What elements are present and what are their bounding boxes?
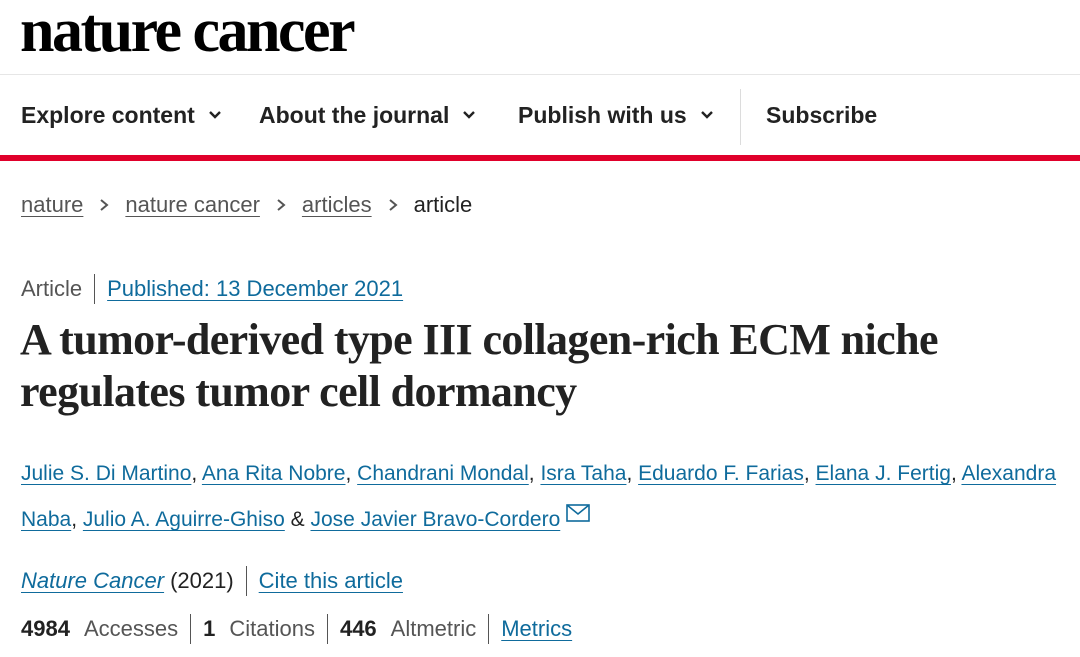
breadcrumb-link-nature-cancer[interactable]: nature cancer [125,192,260,218]
author-link[interactable]: Julie S. Di Martino [21,462,191,485]
nav-subscribe[interactable]: Subscribe [766,75,877,155]
author-link[interactable]: Isra Taha [540,462,626,485]
author-list: Julie S. Di Martino, Ana Rita Nobre, Cha… [21,451,1061,543]
breadcrumb-link-nature[interactable]: nature [21,192,83,218]
metrics-bar: 4984 Accesses 1 Citations 446 Altmetric … [21,614,572,644]
author-link[interactable]: Chandrani Mondal [357,462,529,485]
author-link[interactable]: Elana J. Fertig [816,462,951,485]
nav-explore-content[interactable]: Explore content [21,75,223,155]
masthead: nature cancer [0,0,1080,75]
nav-divider [740,89,741,145]
nav-explore-content-label: Explore content [21,101,195,128]
divider [326,614,328,644]
chevron-right-icon [277,199,286,211]
nav-publish-with-us[interactable]: Publish with us [518,75,715,155]
chevron-right-icon [388,199,398,211]
divider [190,614,192,644]
journal-name-link[interactable]: Nature Cancer [21,568,164,594]
accesses-count: 4984 [21,616,70,641]
breadcrumb: nature nature cancer articles article [21,192,472,218]
author-separator: , [528,462,541,485]
author-and: & [284,508,311,531]
article-type: Article [21,276,83,301]
author-link[interactable]: Eduardo F. Farias [638,462,804,485]
published-date-link[interactable]: Published: 13 December 2021 [107,276,403,302]
accesses-label: Accesses [83,616,179,641]
chevron-down-icon [463,111,476,119]
main-nav: Explore content About the journal Publis… [0,75,1080,155]
chevron-right-icon [100,199,109,211]
author-separator: , [71,508,83,531]
divider [94,274,96,304]
citations-count: 1 [203,616,216,641]
metrics-link[interactable]: Metrics [501,616,572,642]
chevron-down-icon [208,111,221,119]
nav-subscribe-label: Subscribe [766,101,878,128]
citations-label: Citations [229,616,315,641]
author-separator: , [803,462,816,485]
citation-line: Nature Cancer (2021) Cite this article [21,566,403,596]
altmetric-label: Altmetric [390,616,477,641]
nav-publish-with-us-label: Publish with us [518,101,687,128]
author-separator: , [345,462,358,485]
author-link[interactable]: Julio A. Aguirre-Ghiso [83,508,285,531]
article-title: A tumor-derived type III collagen-rich E… [20,315,939,416]
divider [245,566,247,596]
author-separator: , [950,462,962,485]
mail-icon[interactable] [566,504,591,522]
nav-about-journal[interactable]: About the journal [259,75,477,155]
chevron-down-icon [700,111,713,119]
altmetric-score: 446 [339,616,377,641]
accent-bar [0,155,1080,161]
publication-year: (2021) [170,568,234,593]
cite-article-link[interactable]: Cite this article [259,568,403,594]
journal-logo[interactable]: nature cancer [20,0,356,68]
article-meta: Article Published: 13 December 2021 [21,274,403,304]
author-link[interactable]: Ana Rita Nobre [202,462,346,485]
author-link[interactable]: Jose Javier Bravo-Cordero [311,508,561,531]
nav-about-journal-label: About the journal [259,101,450,128]
breadcrumb-link-articles[interactable]: articles [302,192,372,218]
divider [488,614,490,644]
author-separator: , [191,462,202,485]
author-separator: , [626,462,639,485]
breadcrumb-current: article [413,192,473,217]
